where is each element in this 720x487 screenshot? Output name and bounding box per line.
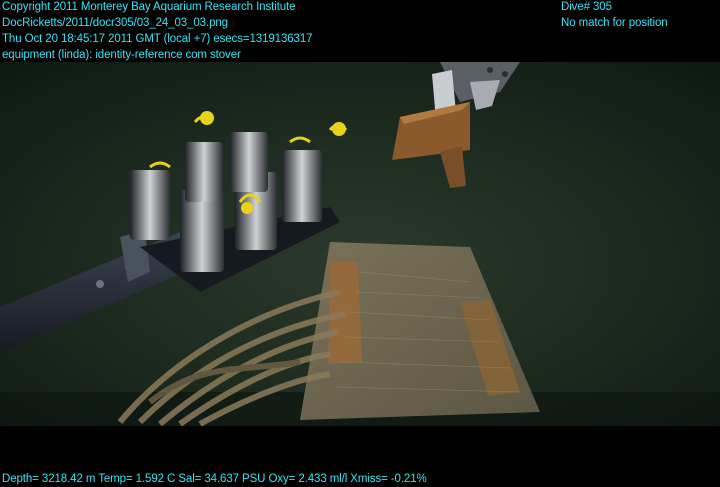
copyright-text: Copyright 2011 Monterey Bay Aquarium Res… bbox=[2, 1, 296, 13]
dive-number-text: Dive# 305 bbox=[561, 1, 612, 13]
underwater-scene bbox=[0, 62, 720, 427]
position-text: No match for position bbox=[561, 17, 668, 29]
equipment-text: equipment (linda): identity-reference co… bbox=[2, 49, 241, 61]
file-path-text: DocRicketts/2011/docr305/03_24_03_03.png bbox=[2, 17, 228, 29]
timestamp-text: Thu Oct 20 18:45:17 2011 GMT (local +7) … bbox=[2, 33, 313, 45]
scene-illustration bbox=[0, 62, 720, 427]
telemetry-text: Depth= 3218.42 m Temp= 1.592 C Sal= 34.6… bbox=[2, 473, 427, 485]
video-frame: Copyright 2011 Monterey Bay Aquarium Res… bbox=[0, 0, 720, 486]
